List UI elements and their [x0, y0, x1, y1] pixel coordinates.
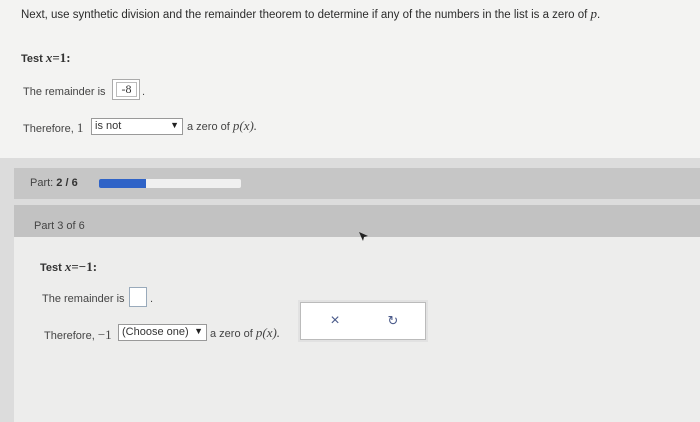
zero-status-select-1[interactable]: is not ▼ [91, 118, 183, 135]
test-heading-1: Test x=1: [21, 50, 71, 65]
undo-icon: ↻ [387, 313, 399, 328]
part3-title: Part 3 of 6 [34, 220, 85, 232]
remainder-value-1: -8 [116, 82, 137, 97]
remainder-period-1: . [142, 86, 146, 98]
part3-body: Test x=−1: The remainder is . Therefore,… [14, 237, 700, 422]
therefore-number-1: 1 [76, 120, 84, 135]
part-progress-bar: Part: 2 / 6 [14, 168, 700, 199]
instruction-period: . [597, 9, 601, 21]
part-progress-text: 2 / 6 [56, 177, 78, 189]
clear-button[interactable]: × [324, 311, 346, 331]
dropdown-arrow-icon: ▼ [194, 326, 203, 336]
test-label: Test [21, 53, 43, 65]
mouse-cursor-icon [359, 232, 368, 241]
test-value: −1 [78, 259, 93, 274]
test-label: Test [40, 262, 62, 274]
part-progress-label: Part: 2 / 6 [30, 177, 78, 189]
progress-fill [99, 179, 147, 188]
zero-status-select-2[interactable]: (Choose one) ▼ [118, 324, 207, 341]
therefore-line-1: Therefore, 1 [23, 120, 84, 135]
answered-part-card: Next, use synthetic division and the rem… [0, 0, 700, 158]
select-value-2: (Choose one) [122, 326, 189, 338]
remainder-period-2: . [150, 293, 154, 305]
dropdown-arrow-icon: ▼ [170, 120, 179, 130]
select-value-1: is not [95, 120, 122, 132]
zero-of-text-1: a zero of p(x). [187, 118, 258, 133]
instruction-body: Next, use synthetic division and the rem… [21, 9, 588, 21]
close-icon: × [330, 312, 340, 329]
polynomial-1: p(x). [232, 118, 258, 133]
zero-of-text-2: a zero of p(x). [210, 325, 281, 340]
remainder-input-2[interactable] [129, 287, 147, 307]
therefore-number-2: −1 [97, 327, 112, 342]
remainder-answer-box-1[interactable]: -8 [112, 79, 140, 100]
test-heading-2: Test x=−1: [40, 259, 98, 274]
undo-button[interactable]: ↻ [382, 311, 404, 331]
part3-header: Part 3 of 6 [14, 205, 700, 237]
remainder-label-1: The remainder is [23, 86, 106, 98]
progress-track [99, 179, 241, 188]
instruction-text: Next, use synthetic division and the rem… [21, 6, 600, 22]
answer-actions: × ↻ [300, 302, 426, 340]
therefore-line-2: Therefore, −1 [44, 327, 112, 342]
polynomial-2: p(x). [255, 325, 281, 340]
remainder-label-2: The remainder is [42, 293, 125, 305]
